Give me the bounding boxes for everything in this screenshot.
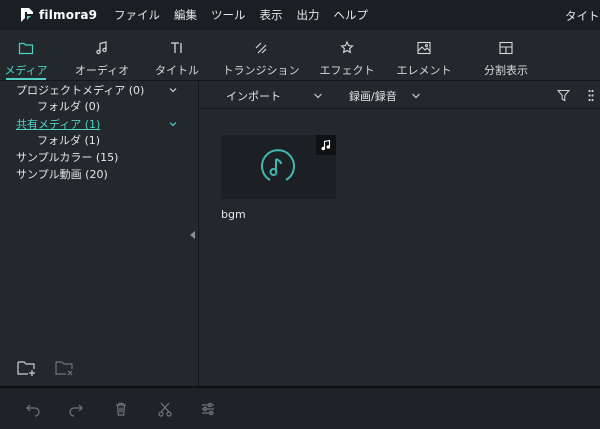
- tab-titles[interactable]: タイトル: [154, 30, 200, 80]
- media-library-sidebar: プロジェクトメディア (0) フォルダ (0) 共有メディア (1) フォルダ …: [0, 81, 199, 386]
- tab-media-label: メディア: [4, 64, 48, 77]
- chevron-down-icon: [314, 93, 322, 99]
- view-options-icon[interactable]: [588, 89, 594, 102]
- app-logo-text: filmora9: [39, 8, 98, 22]
- tab-effects[interactable]: エフェクト: [319, 30, 375, 80]
- tab-elements-label: エレメント: [396, 64, 452, 77]
- window-title: タイトル: [565, 9, 600, 23]
- chevron-down-icon: [411, 93, 420, 99]
- sidebar-item-label: 共有メディア (1): [16, 118, 101, 131]
- tab-audio-label: オーディオ: [74, 64, 130, 77]
- chevron-down-icon[interactable]: [168, 85, 178, 95]
- sidebar-item-label: フォルダ (1): [37, 134, 101, 147]
- sidebar-item-label: サンプルカラー (15): [16, 151, 119, 164]
- media-item-name: bgm: [221, 208, 246, 221]
- sidebar-item-label: フォルダ (0): [37, 100, 101, 113]
- app-logo: filmora9: [20, 7, 114, 23]
- redo-icon[interactable]: [68, 401, 84, 417]
- undo-icon[interactable]: [25, 401, 41, 417]
- import-dropdown-label: インポート: [226, 90, 281, 103]
- split-screen-icon: [499, 41, 513, 55]
- tab-transitions-label: トランジション: [222, 64, 300, 77]
- menu-file[interactable]: ファイル: [114, 7, 160, 23]
- menu-help[interactable]: ヘルプ: [334, 7, 369, 23]
- sidebar-item-sample-colors[interactable]: サンプルカラー (15): [0, 149, 199, 165]
- media-grid: bgm: [200, 110, 600, 386]
- folder-icon: [18, 42, 34, 55]
- sidebar-item-project-media[interactable]: プロジェクトメディア (0): [0, 82, 199, 98]
- music-note-icon: [96, 41, 107, 55]
- filter-icon[interactable]: [557, 89, 570, 102]
- music-note-icon: [321, 139, 331, 151]
- sidebar-item-label: サンプル動画 (20): [16, 168, 108, 181]
- active-tab-indicator: [6, 78, 46, 80]
- chevron-down-icon[interactable]: [168, 119, 178, 129]
- menu-export[interactable]: 出力: [297, 7, 320, 23]
- delete-folder-icon[interactable]: [54, 359, 76, 377]
- media-item-thumbnail[interactable]: [221, 135, 336, 199]
- filmora-logo-icon: [21, 8, 33, 22]
- tab-audio[interactable]: オーディオ: [74, 30, 130, 80]
- tab-transitions[interactable]: トランジション: [223, 30, 300, 80]
- folder-actions: [16, 359, 92, 377]
- menu-edit[interactable]: 編集: [174, 7, 197, 23]
- menu-view[interactable]: 表示: [260, 7, 283, 23]
- title-text-icon: [171, 42, 182, 53]
- sidebar-item-label: プロジェクトメディア (0): [16, 84, 145, 97]
- sidebar-item-shared-folder[interactable]: フォルダ (1): [0, 132, 199, 148]
- tab-titles-label: タイトル: [155, 64, 199, 77]
- library-tab-bar: メディア オーディオ タイトル トランジション エフェクト エレメント 分割表示: [0, 30, 600, 81]
- tab-effects-label: エフェクト: [319, 64, 375, 77]
- adjust-sliders-icon[interactable]: [200, 401, 216, 417]
- menu-tools[interactable]: ツール: [211, 7, 246, 23]
- tab-elements[interactable]: エレメント: [396, 30, 452, 80]
- delete-icon[interactable]: [113, 401, 129, 417]
- collapse-panel-icon[interactable]: [190, 231, 196, 239]
- transition-icon: [255, 42, 267, 54]
- record-dropdown-label: 録画/録音: [349, 90, 397, 103]
- new-folder-icon[interactable]: [16, 359, 38, 377]
- record-dropdown[interactable]: 録画/録音: [349, 88, 421, 104]
- sidebar-item-shared-media[interactable]: 共有メディア (1): [0, 116, 199, 132]
- audio-disc-icon: [261, 149, 295, 181]
- tab-media[interactable]: メディア: [4, 30, 48, 80]
- image-element-icon: [417, 41, 431, 55]
- media-toolbar: インポート 録画/録音: [200, 81, 600, 109]
- effects-star-icon: [340, 40, 354, 54]
- menu-bar: filmora9 ファイル 編集 ツール 表示 出力 ヘルプ タイトル: [0, 0, 600, 30]
- sidebar-item-project-folder[interactable]: フォルダ (0): [0, 98, 199, 114]
- import-dropdown[interactable]: インポート: [226, 88, 323, 104]
- tab-split-screen[interactable]: 分割表示: [478, 30, 534, 80]
- sidebar-item-sample-videos[interactable]: サンプル動画 (20): [0, 166, 199, 182]
- cut-scissors-icon[interactable]: [157, 401, 173, 417]
- tab-split-screen-label: 分割表示: [484, 64, 528, 77]
- edit-toolbar: [0, 386, 600, 429]
- audio-type-badge: [316, 135, 336, 155]
